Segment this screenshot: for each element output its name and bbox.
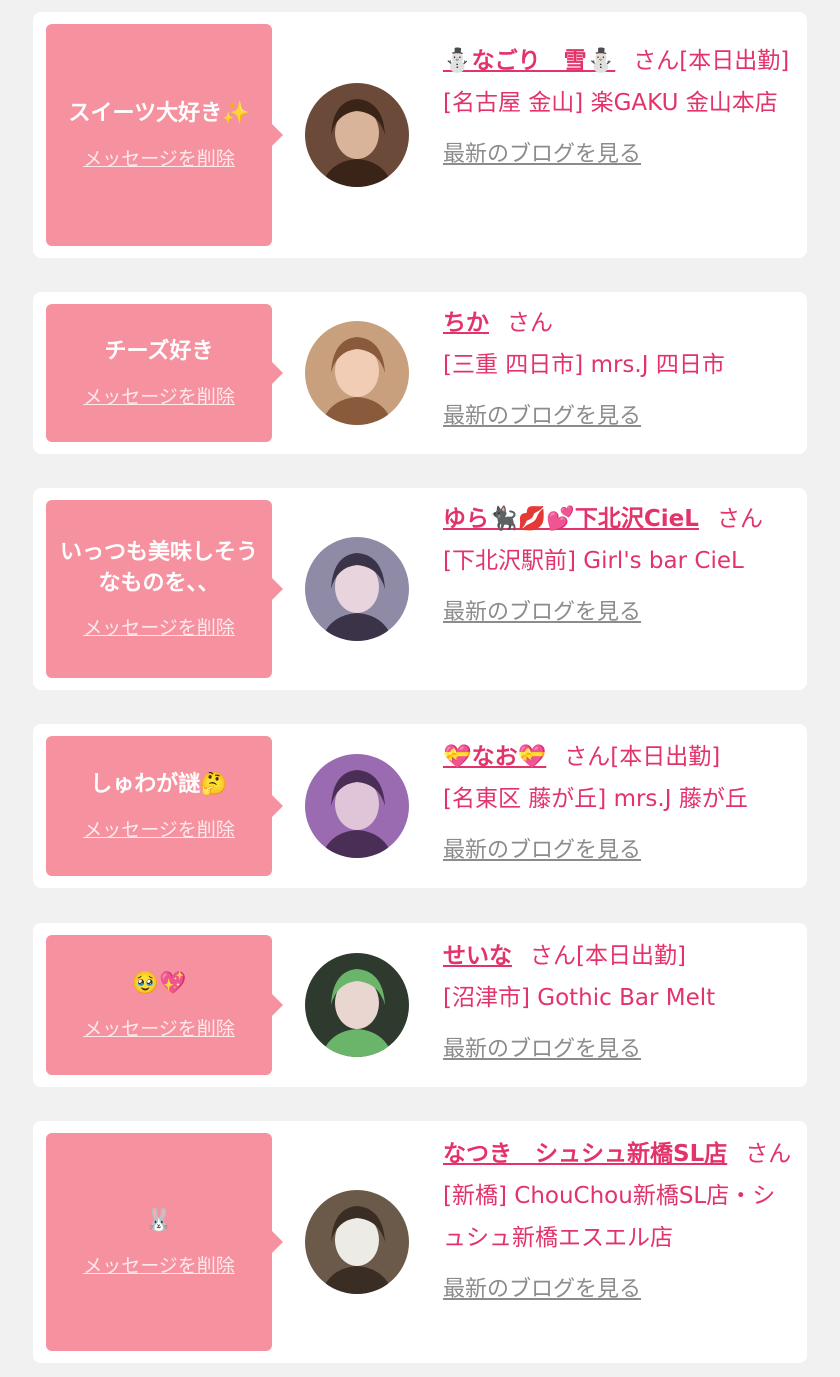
message-bubble: 🐰 メッセージを削除 bbox=[46, 1133, 283, 1351]
delete-message-link[interactable]: メッセージを削除 bbox=[83, 144, 235, 171]
avatar-photo-icon bbox=[305, 953, 409, 1057]
cast-info: なつき シュシュ新橋SL店 さん [新橋] ChouChou新橋SL店・シュシュ新橋… bbox=[443, 1133, 795, 1311]
honorific-label: さん bbox=[745, 1141, 792, 1167]
avatar-photo-icon bbox=[305, 754, 409, 858]
latest-blog-link[interactable]: 最新のブログを見る bbox=[443, 1269, 641, 1311]
latest-blog-link[interactable]: 最新のブログを見る bbox=[443, 134, 641, 176]
honorific-label: さん bbox=[507, 310, 553, 336]
cast-name-line: 💝なお💝 さん[本日出勤] bbox=[443, 736, 795, 778]
message-bubble: スイーツ大好き✨ メッセージを削除 bbox=[46, 24, 283, 246]
message-card: 🐰 メッセージを削除 なつき シュシュ新橋SL店 さん [新橋] ChouChou新橋S… bbox=[33, 1121, 807, 1363]
avatar[interactable] bbox=[305, 537, 409, 641]
message-text: 🐰 bbox=[145, 1208, 173, 1234]
shop-location: [三重 四日市] mrs.J 四日市 bbox=[443, 352, 725, 378]
message-card: 🥹💖 メッセージを削除 せいな さん[本日出勤] [沼津市] Gothic Bar Me… bbox=[33, 923, 807, 1087]
cast-name-line: なつき シュシュ新橋SL店 さん bbox=[443, 1133, 795, 1175]
delete-message-link[interactable]: メッセージを削除 bbox=[83, 1251, 235, 1278]
cast-info: ⛄なごり 雪⛄ さん[本日出勤] [名古屋 金山] 楽GAKU 金山本店最新のブログ… bbox=[443, 40, 795, 176]
delete-message-link[interactable]: メッセージを削除 bbox=[83, 382, 235, 409]
message-bubble: しゅわが謎🤔 メッセージを削除 bbox=[46, 736, 283, 876]
avatar[interactable] bbox=[305, 321, 409, 425]
avatar-photo-icon bbox=[305, 1190, 409, 1294]
message-text: 🥹💖 bbox=[131, 971, 187, 997]
shop-location: [沼津市] Gothic Bar Melt bbox=[443, 985, 716, 1011]
latest-blog-link[interactable]: 最新のブログを見る bbox=[443, 396, 641, 438]
shop-location: [下北沢駅前] Girl's bar CieL bbox=[443, 548, 744, 574]
latest-blog-link[interactable]: 最新のブログを見る bbox=[443, 1029, 641, 1071]
message-text: しゅわが謎🤔 bbox=[90, 772, 228, 798]
avatar-photo-icon bbox=[305, 83, 409, 187]
attendance-status: [本日出勤] bbox=[576, 943, 686, 969]
avatar[interactable] bbox=[305, 953, 409, 1057]
message-card: いっつも美味しそうなものを、、メッセージを削除 ゆら🐈‍⬛💋💕下北沢CieL さん [… bbox=[33, 488, 807, 690]
cast-name-link[interactable]: ちか bbox=[443, 310, 489, 336]
shop-location: [名古屋 金山] 楽GAKU 金山本店 bbox=[443, 90, 778, 116]
message-card: しゅわが謎🤔 メッセージを削除 💝なお💝 さん[本日出勤] [名東区 藤が丘] mrs.… bbox=[33, 724, 807, 888]
attendance-status: [本日出勤] bbox=[610, 744, 721, 770]
latest-blog-link[interactable]: 最新のブログを見る bbox=[443, 830, 641, 872]
cast-name-line: せいな さん[本日出勤] bbox=[443, 935, 795, 977]
cast-info: せいな さん[本日出勤] [沼津市] Gothic Bar Melt 最新のブログを見… bbox=[443, 935, 795, 1071]
avatar[interactable] bbox=[305, 754, 409, 858]
cast-info: ちか さん [三重 四日市] mrs.J 四日市最新のブログを見る bbox=[443, 302, 795, 438]
honorific-label: さん bbox=[530, 943, 576, 969]
delete-message-link[interactable]: メッセージを削除 bbox=[83, 1014, 235, 1041]
cast-name-link[interactable]: ⛄なごり 雪⛄ bbox=[443, 48, 615, 74]
avatar-photo-icon bbox=[305, 321, 409, 425]
avatar-photo-icon bbox=[305, 537, 409, 641]
honorific-label: さん bbox=[716, 506, 763, 532]
honorific-label: さん bbox=[633, 48, 680, 74]
shop-location: [名東区 藤が丘] mrs.J 藤が丘 bbox=[443, 786, 748, 812]
message-text: チーズ好き bbox=[104, 339, 214, 365]
message-text: いっつも美味しそうなものを、、 bbox=[59, 539, 258, 596]
shop-location: [新橋] ChouChou新橋SL店・シュシュ新橋エスエル店 bbox=[443, 1183, 776, 1251]
cast-name-link[interactable]: 💝なお💝 bbox=[443, 744, 546, 770]
cast-info: 💝なお💝 さん[本日出勤] [名東区 藤が丘] mrs.J 藤が丘最新のブログを見る bbox=[443, 736, 795, 872]
message-bubble: 🥹💖 メッセージを削除 bbox=[46, 935, 283, 1075]
honorific-label: さん bbox=[564, 744, 611, 770]
avatar[interactable] bbox=[305, 1190, 409, 1294]
message-text: スイーツ大好き✨ bbox=[68, 101, 250, 127]
cast-name-link[interactable]: なつき シュシュ新橋SL店 bbox=[443, 1141, 727, 1167]
message-card: チーズ好きメッセージを削除 ちか さん [三重 四日市] mrs.J 四日市最新のブロ… bbox=[33, 292, 807, 454]
delete-message-link[interactable]: メッセージを削除 bbox=[83, 815, 235, 842]
cast-name-link[interactable]: ゆら🐈‍⬛💋💕下北沢CieL bbox=[443, 506, 699, 532]
cast-name-line: ちか さん bbox=[443, 302, 795, 344]
cast-name-link[interactable]: せいな bbox=[443, 943, 512, 969]
latest-blog-link[interactable]: 最新のブログを見る bbox=[443, 592, 641, 634]
cast-name-line: ⛄なごり 雪⛄ さん[本日出勤] bbox=[443, 40, 795, 82]
cast-info: ゆら🐈‍⬛💋💕下北沢CieL さん [下北沢駅前] Girl's bar CieL 最… bbox=[443, 498, 795, 634]
message-bubble: チーズ好きメッセージを削除 bbox=[46, 304, 283, 442]
cast-name-line: ゆら🐈‍⬛💋💕下北沢CieL さん bbox=[443, 498, 795, 540]
delete-message-link[interactable]: メッセージを削除 bbox=[83, 613, 235, 640]
favorite-message-list: スイーツ大好き✨ メッセージを削除 ⛄なごり 雪⛄ さん[本日出勤] [名古屋 金山] … bbox=[0, 0, 840, 1377]
message-card: スイーツ大好き✨ メッセージを削除 ⛄なごり 雪⛄ さん[本日出勤] [名古屋 金山] … bbox=[33, 12, 807, 258]
message-bubble: いっつも美味しそうなものを、、メッセージを削除 bbox=[46, 500, 283, 678]
avatar[interactable] bbox=[305, 83, 409, 187]
attendance-status: [本日出勤] bbox=[679, 48, 790, 74]
